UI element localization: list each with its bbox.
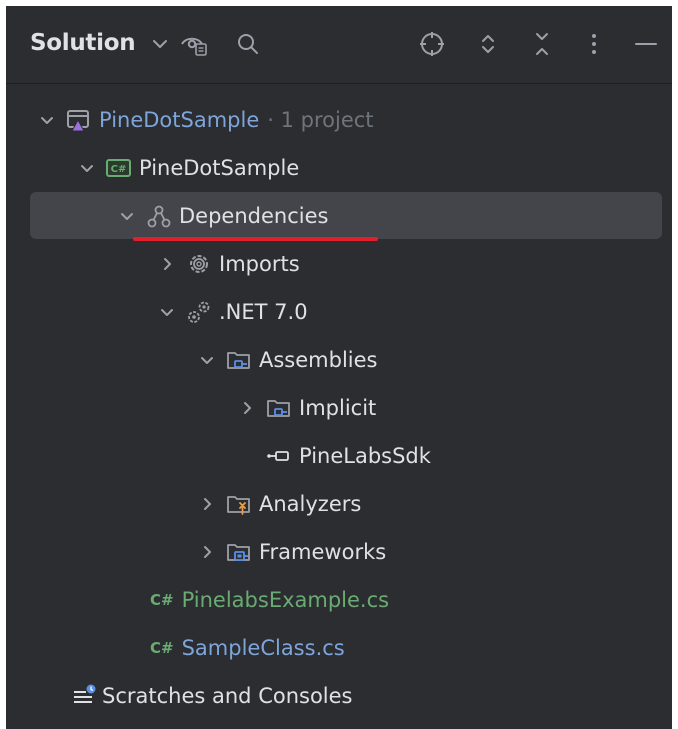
- tree-item-dependencies[interactable]: Dependencies: [30, 192, 662, 239]
- tree-item-implicit[interactable]: Implicit: [30, 384, 662, 431]
- tree-item-pinelabs-example-file[interactable]: C# PinelabsExample.cs: [30, 576, 662, 623]
- assembly-folder-icon: [226, 347, 252, 373]
- chevron-right-icon[interactable]: [196, 541, 218, 563]
- minimize-icon[interactable]: [630, 28, 662, 60]
- collapse-all-icon[interactable]: [526, 28, 558, 60]
- chevron-down-icon[interactable]: [36, 109, 58, 131]
- chevron-right-icon[interactable]: [236, 397, 258, 419]
- assemblies-label: Assemblies: [259, 347, 378, 372]
- chevron-down-icon[interactable]: [156, 301, 178, 323]
- panel-title[interactable]: Solution: [30, 30, 136, 56]
- csharp-file-icon: C#: [150, 638, 174, 657]
- assembly-reference-icon: [266, 443, 292, 469]
- expand-all-icon[interactable]: [472, 28, 504, 60]
- gear-icon: [186, 251, 212, 277]
- scratches-label: Scratches and Consoles: [102, 683, 353, 708]
- csharp-file-icon: C#: [150, 590, 174, 609]
- analyzer-folder-icon: [226, 491, 252, 517]
- chevron-down-icon[interactable]: [144, 28, 176, 60]
- chevron-down-icon[interactable]: [76, 157, 98, 179]
- chevron-right-icon[interactable]: [196, 493, 218, 515]
- sample-class-filename: SampleClass.cs: [181, 635, 345, 660]
- locate-icon[interactable]: [416, 28, 448, 60]
- search-icon[interactable]: [232, 28, 264, 60]
- tree-item-frameworks[interactable]: Frameworks: [30, 528, 662, 575]
- pinelabs-sdk-label: PineLabsSdk: [299, 443, 431, 468]
- imports-label: Imports: [219, 251, 300, 276]
- panel-header: Solution: [6, 6, 672, 84]
- dependencies-label: Dependencies: [179, 203, 329, 228]
- chevron-down-icon[interactable]: [196, 349, 218, 371]
- solution-meta: · 1 project: [267, 107, 374, 132]
- tree-item-analyzers[interactable]: Analyzers: [30, 480, 662, 527]
- implicit-label: Implicit: [299, 395, 377, 420]
- tree-item-assemblies[interactable]: Assemblies: [30, 336, 662, 383]
- solution-icon: [66, 107, 92, 133]
- frameworks-label: Frameworks: [259, 539, 387, 564]
- gears-icon: [186, 299, 212, 325]
- tree-item-imports[interactable]: Imports: [30, 240, 662, 287]
- more-vertical-icon[interactable]: [578, 28, 610, 60]
- tree-item-scratches[interactable]: Scratches and Consoles: [30, 672, 662, 719]
- pinelabs-example-filename: PinelabsExample.cs: [181, 587, 390, 612]
- net-label: .NET 7.0: [219, 299, 308, 324]
- tree-item-pinelabs-sdk[interactable]: PineLabsSdk: [30, 432, 662, 479]
- framework-folder-icon: [226, 539, 252, 565]
- eye-filter-icon[interactable]: [178, 28, 210, 60]
- analyzers-label: Analyzers: [259, 491, 362, 516]
- chevron-right-icon[interactable]: [156, 253, 178, 275]
- scratches-icon: [72, 683, 98, 709]
- project-name: PineDotSample: [139, 155, 300, 180]
- tree-item-sample-class-file[interactable]: C# SampleClass.cs: [30, 624, 662, 671]
- project-badge: C#: [111, 164, 127, 175]
- tree-item-net[interactable]: .NET 7.0: [30, 288, 662, 335]
- chevron-down-icon[interactable]: [116, 205, 138, 227]
- tree-item-project[interactable]: C# PineDotSample: [30, 144, 662, 191]
- csharp-project-icon: C#: [106, 155, 132, 181]
- dependencies-red-underline: [133, 237, 378, 241]
- solution-explorer-panel: Solution PineDotSample · 1 project C# Pi…: [6, 6, 672, 729]
- tree-item-solution[interactable]: PineDotSample · 1 project: [30, 96, 662, 143]
- assembly-folder-icon: [266, 395, 292, 421]
- solution-name: PineDotSample: [99, 107, 260, 132]
- dependencies-icon: [146, 203, 172, 229]
